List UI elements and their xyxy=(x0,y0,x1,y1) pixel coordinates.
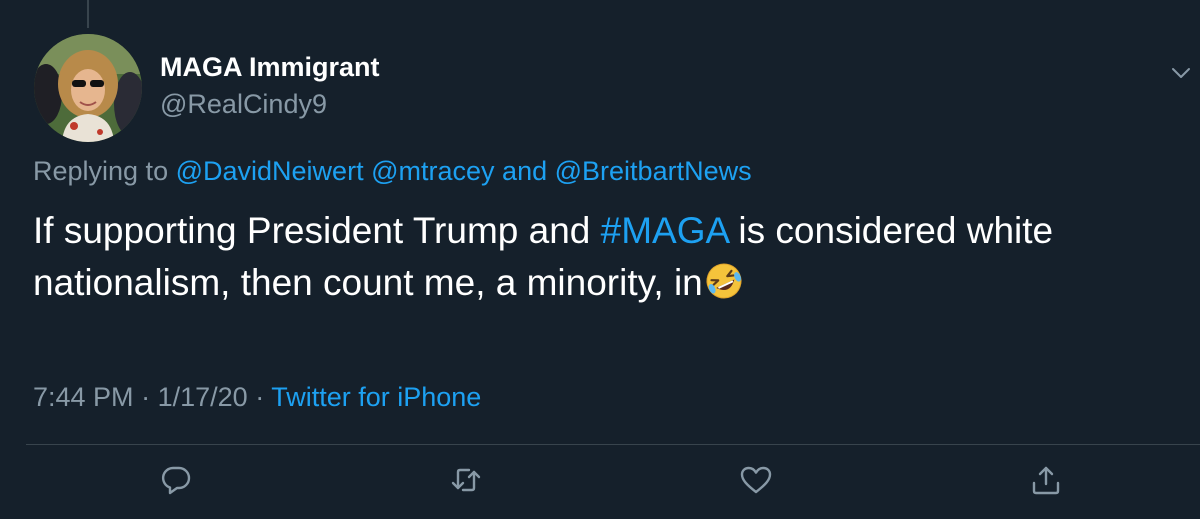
rolling-on-floor-laughing-icon xyxy=(704,261,744,301)
replying-to-label: Replying to xyxy=(33,156,169,186)
tweet-source-link[interactable]: Twitter for iPhone xyxy=(271,382,481,412)
like-button[interactable] xyxy=(739,463,773,497)
mention-link-mtracey[interactable]: @mtracey xyxy=(371,156,494,186)
hashtag-link[interactable]: #MAGA xyxy=(601,210,729,251)
retweet-button[interactable] xyxy=(449,463,483,497)
avatar-photo xyxy=(34,34,142,142)
chevron-down-icon[interactable] xyxy=(1168,60,1194,86)
tweet-time: 7:44 PM xyxy=(33,382,134,412)
divider xyxy=(26,444,1200,445)
mention-conjunction[interactable]: and xyxy=(502,156,547,186)
retweet-icon xyxy=(451,468,481,492)
meta-separator: · xyxy=(255,382,265,412)
share-icon xyxy=(1032,466,1060,495)
meta-separator: · xyxy=(141,382,151,412)
reply-button[interactable] xyxy=(159,463,193,497)
thread-connector-line xyxy=(87,0,89,28)
share-button[interactable] xyxy=(1029,463,1063,497)
tweet-meta: 7:44 PM · 1/17/20 · Twitter for iPhone xyxy=(33,382,481,413)
replying-to-line: Replying to @DavidNeiwert @mtracey and @… xyxy=(33,156,752,187)
display-name[interactable]: MAGA Immigrant xyxy=(160,52,380,83)
heart-icon xyxy=(740,466,772,494)
avatar[interactable] xyxy=(34,34,142,142)
tweet-date: 1/17/20 xyxy=(157,382,248,412)
tweet-text-part-1: If supporting President Trump and xyxy=(33,210,601,251)
mention-link-davidneiwert[interactable]: @DavidNeiwert xyxy=(176,156,364,186)
mention-link-breitbartnews[interactable]: @BreitbartNews xyxy=(555,156,752,186)
tweet-text: If supporting President Trump and #MAGA … xyxy=(33,205,1163,309)
user-handle[interactable]: @RealCindy9 xyxy=(160,89,327,120)
reply-icon xyxy=(161,466,191,495)
